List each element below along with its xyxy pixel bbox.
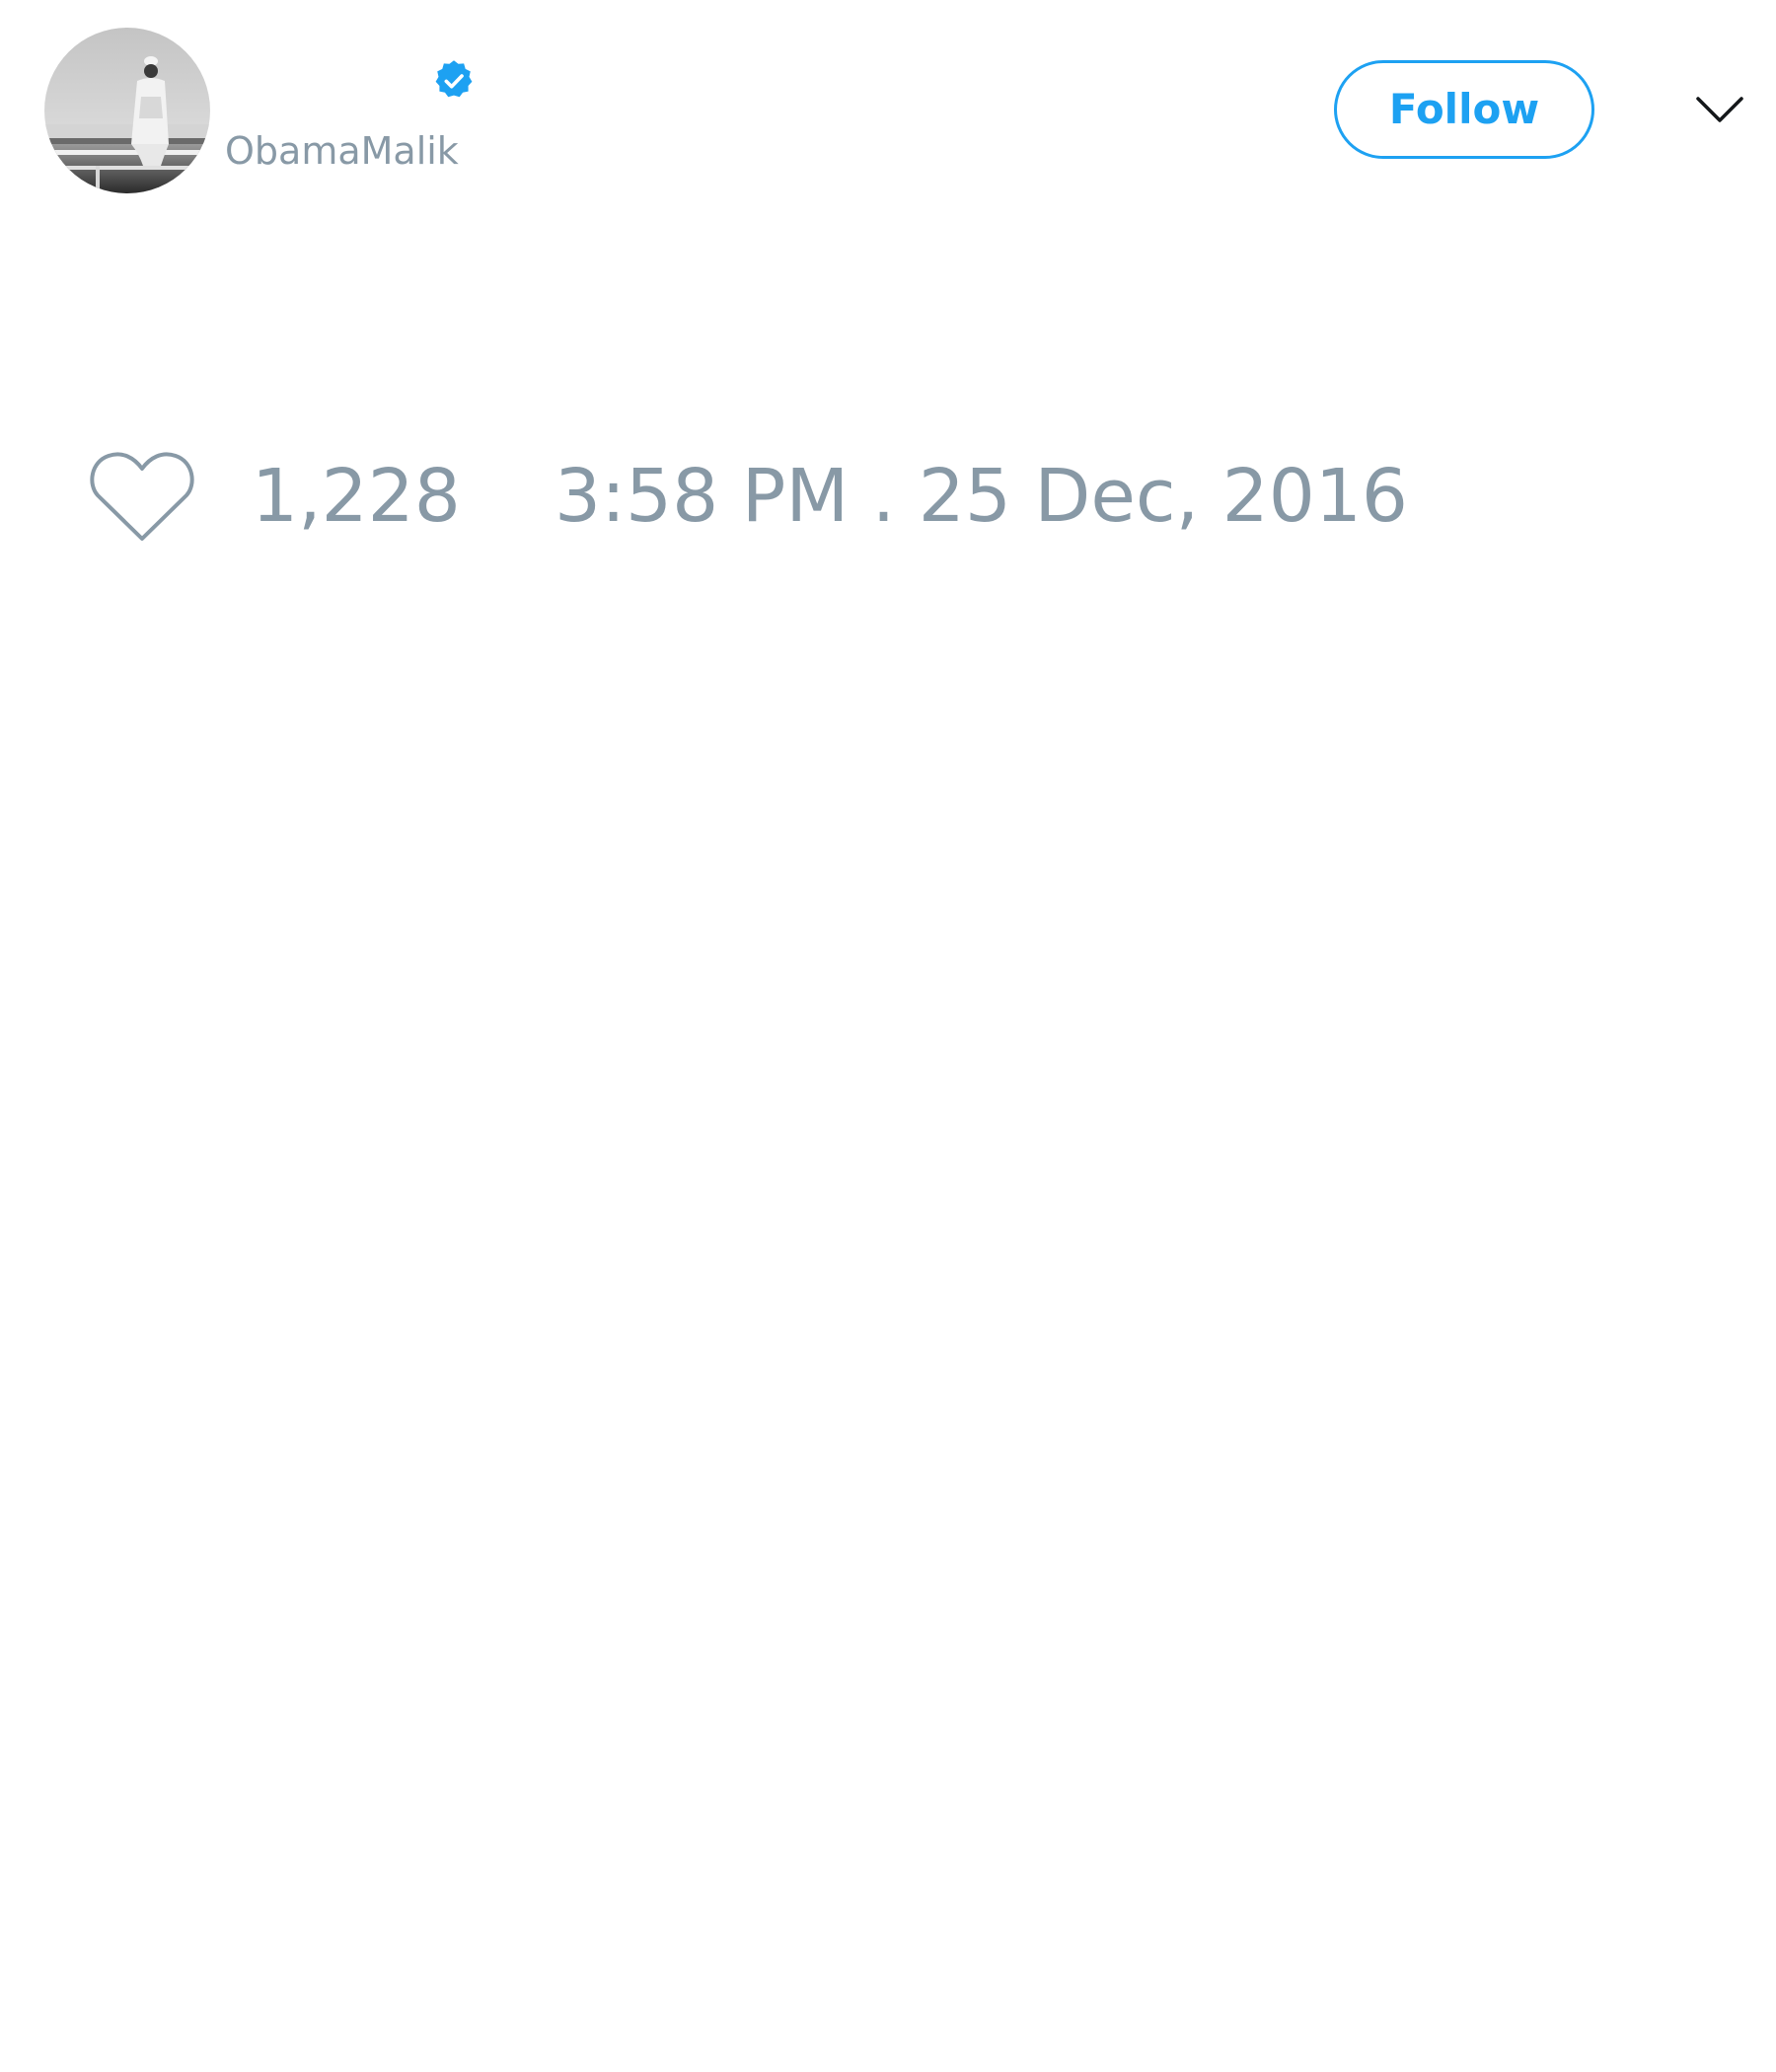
heart-icon[interactable] bbox=[89, 449, 195, 544]
avatar[interactable] bbox=[44, 28, 210, 193]
follow-button[interactable]: Follow bbox=[1334, 60, 1594, 159]
tweet-timestamp[interactable]: 3:58 PM . 25 Dec, 2016 bbox=[555, 452, 1408, 541]
like-count: 1,228 bbox=[252, 454, 461, 539]
verified-badge-icon bbox=[435, 60, 473, 98]
chevron-down-icon[interactable] bbox=[1695, 93, 1744, 126]
profile-photo-icon bbox=[44, 28, 210, 193]
author-handle[interactable]: ObamaMalik bbox=[225, 126, 459, 176]
